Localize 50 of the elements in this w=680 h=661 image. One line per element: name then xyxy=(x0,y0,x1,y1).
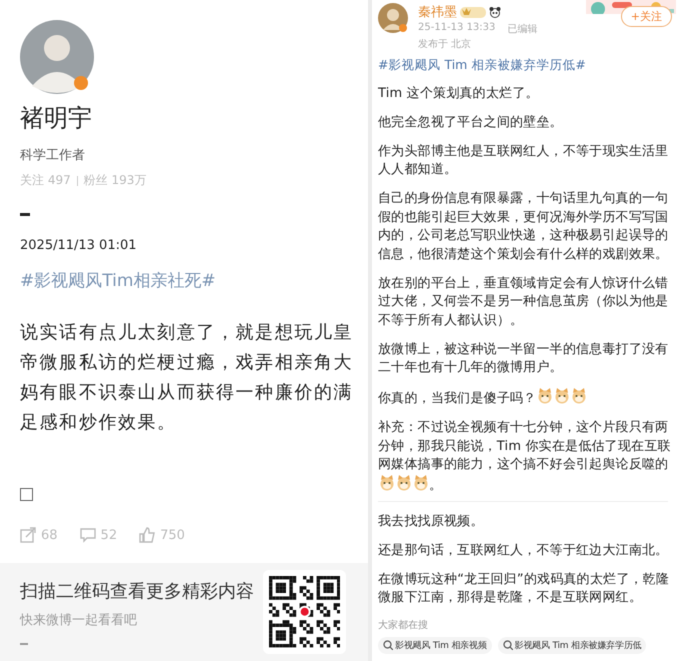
avatar xyxy=(378,3,408,33)
paragraph: Tim 这个策划真的太烂了。 xyxy=(378,86,539,100)
share-icon xyxy=(20,527,36,543)
search-icon xyxy=(383,640,393,650)
thumbs-up-icon xyxy=(139,527,156,543)
search-chip[interactable]: 影视飓风 Tim 相亲视频 xyxy=(378,636,492,654)
following-count[interactable]: 关注 497 xyxy=(20,172,71,189)
paragraph: 放微博上，被这种说一半留一半的信息毒打了没有二十年也有十几年的微博用户。 xyxy=(378,342,668,375)
paragraph: 放在别的平台上，垂直领域肯定会有人惊讶什么错过大佬，又何尝不是另一种信息茧房（你以为他是不等于所有人都认识）。 xyxy=(378,276,668,328)
user-bio: 科学工作者 xyxy=(20,147,85,164)
like-button[interactable]: 750 xyxy=(139,527,185,543)
topic-link[interactable]: #影视飓风 Tim 相亲被嫌弃学历低# xyxy=(378,57,674,74)
paragraph: 我去找找原视频。 xyxy=(378,514,484,528)
dash-mark xyxy=(20,643,28,645)
qr-subtitle: 快来微博一起看看吧 xyxy=(20,612,138,629)
cat-face-icon xyxy=(554,388,570,404)
comment-button[interactable]: 52 xyxy=(80,527,118,543)
user-name[interactable]: 秦祎墨 xyxy=(418,3,457,21)
search-section-label: 大家都在搜 xyxy=(378,618,429,632)
cat-face-icon xyxy=(396,474,412,490)
paragraph: 自己的身份信息有限暴露，十句话里九句真的一句假的也能引起巨大效果，更何况海外学历不写写国内的，公司老总写职业快递，这种极易引起误导的信息，他很清楚这个策划会有什么样的戏剧效果。 xyxy=(378,191,668,262)
followers-count[interactable]: 粉丝 193万 xyxy=(84,172,146,189)
paragraph: 还是那句话，互联网红人，不等于红边大江南北。 xyxy=(378,542,668,558)
qr-prompt: 扫描二维码查看更多精彩内容 xyxy=(20,580,254,603)
post-time: 25-11-13 13:33 xyxy=(418,22,496,35)
search-icon xyxy=(502,640,513,650)
topic-link[interactable]: #影视飓风Tim相亲社死# xyxy=(20,269,216,292)
user-name: 褚明宇 xyxy=(20,103,92,134)
empty-square-icon xyxy=(20,488,33,501)
crown-badge-icon xyxy=(460,6,486,18)
comment-icon xyxy=(80,527,96,543)
paragraph: 。 xyxy=(429,478,442,492)
paragraph: 作为头部博主他是互联网红人，不等于现实生活里人人都知道。 xyxy=(378,144,668,177)
cat-face-icon xyxy=(571,388,588,404)
edited-label: 已编辑 xyxy=(507,22,538,36)
paragraph: 他完全忽视了平台之间的壁垒。 xyxy=(378,114,563,130)
cat-face-icon xyxy=(413,474,429,490)
repost-button[interactable]: 68 xyxy=(20,527,58,543)
cat-face-icon xyxy=(379,474,395,490)
dash-mark xyxy=(20,213,30,216)
panda-icon xyxy=(489,6,501,18)
paragraph: 补充：不过说全视频有十七分钟，这个片段只有两分钟，那我只能说，Tim 你实在是低估了现在互联网媒体搞事的能力，这个搞不好会引起舆论反噬的 xyxy=(378,420,671,472)
search-chip[interactable]: 影视飓风 Tim 相亲被嫌弃学历低 xyxy=(498,636,646,654)
paragraph: 你真的，当我们是傻子吗？ xyxy=(378,391,536,406)
post-text: 说实话有点儿太刻意了，就是想玩儿皇帝微服私访的烂梗过瘾，戏弄相亲角大妈有眼不识泰山从而获得一种廉价的满足感和炒作效果。 xyxy=(20,321,354,435)
follow-button[interactable]: +关注 xyxy=(620,6,672,27)
post-location: 发布于 北京 xyxy=(418,38,472,51)
paragraph: 在微博玩这种“龙王回归”的戏码真的太烂了，乾隆微服下江南，那得是乾隆，不是互联网网红。 xyxy=(378,572,670,605)
post-date: 2025/11/13 01:01 xyxy=(20,238,137,253)
cat-face-icon xyxy=(537,388,554,404)
